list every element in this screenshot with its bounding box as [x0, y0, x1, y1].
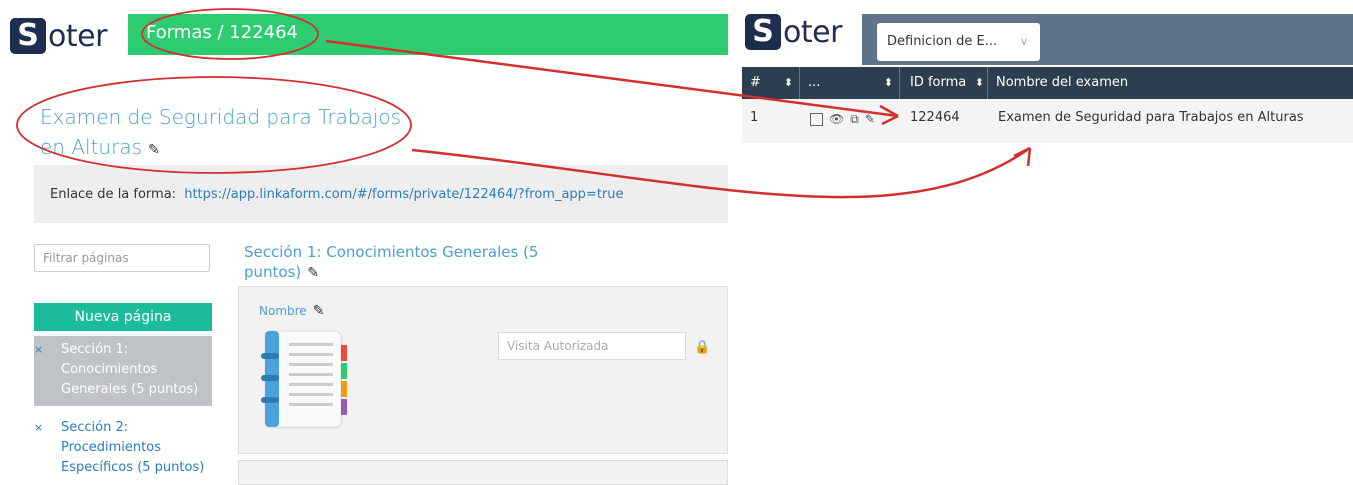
logo-s-mark: S: [745, 14, 781, 50]
column-label: Nombre del examen: [996, 75, 1129, 90]
section-title[interactable]: Sección 1: Conocimientos Generales (5 pu…: [244, 242, 564, 283]
cell-id-forma[interactable]: 122464: [902, 99, 960, 143]
column-label: #: [750, 75, 761, 90]
form-title-text: Examen de Seguridad para Trabajos en Alt…: [40, 105, 402, 159]
row-checkbox[interactable]: [810, 113, 823, 126]
sort-icon[interactable]: ⬍: [884, 67, 893, 99]
sort-icon[interactable]: ⬍: [975, 67, 984, 99]
breadcrumb[interactable]: Formas / 122464: [146, 22, 298, 43]
lock-icon[interactable]: 🔒: [694, 339, 710, 355]
notebook-icon: [261, 330, 347, 429]
table-toolbar: Definicion de E... ∨: [862, 14, 1353, 65]
field-label[interactable]: Nombre ✎: [259, 303, 324, 319]
form-link-url[interactable]: https://app.linkaform.com/#/forms/privat…: [184, 187, 623, 202]
soter-logo: S oter: [10, 18, 107, 54]
copy-icon[interactable]: ⧉: [850, 112, 859, 127]
page-item-section-2[interactable]: × Sección 2: Procedimientos Específicos …: [34, 414, 212, 476]
column-header-actions[interactable]: ... ⬍: [800, 67, 900, 99]
edit-pencil-icon[interactable]: ✎: [148, 135, 160, 165]
logo-s-mark: S: [10, 18, 46, 54]
section-panel-next: [238, 460, 728, 485]
new-page-button[interactable]: Nueva página: [34, 303, 212, 331]
column-label: ID forma: [910, 75, 967, 90]
remove-page-icon[interactable]: ×: [34, 418, 43, 438]
form-link-label: Enlace de la forma:: [50, 187, 177, 202]
table-header: # ⬍ ... ⬍ ID forma ⬍ Nombre del examen: [742, 67, 1353, 99]
sort-icon[interactable]: ⬍: [784, 67, 793, 99]
field-input[interactable]: Visita Autorizada: [498, 332, 686, 360]
filter-pages-input[interactable]: Filtrar páginas: [34, 244, 210, 272]
edit-pencil-icon[interactable]: ✎: [313, 303, 325, 319]
page-item-label: Sección 2: Procedimientos Específicos (5…: [61, 420, 205, 475]
section-title-text: Sección 1: Conocimientos Generales (5 pu…: [244, 243, 539, 281]
table-row[interactable]: 1 👁 ⧉ ✎ 122464 Examen de Seguridad para …: [742, 99, 1353, 143]
logo-text: oter: [783, 14, 842, 50]
column-header-number[interactable]: # ⬍: [742, 67, 800, 99]
field-label-text: Nombre: [259, 304, 307, 318]
page-item-label: Sección 1: Conocimientos Generales (5 pu…: [61, 342, 199, 397]
chevron-down-icon: ∨: [1019, 35, 1028, 48]
soter-logo: S oter: [745, 14, 842, 50]
form-type-dropdown[interactable]: Definicion de E... ∨: [877, 23, 1040, 61]
arrowhead-icon: [1013, 146, 1032, 167]
row-actions: 👁 ⧉ ✎: [810, 112, 875, 127]
breadcrumb-bar: Formas / 122464: [128, 14, 728, 55]
section-panel: Nombre ✎ Visita Autorizada 🔒: [238, 286, 728, 454]
form-link-row: Enlace de la forma: https://app.linkafor…: [50, 187, 624, 202]
column-label: ...: [808, 75, 821, 90]
cell-number: 1: [750, 110, 759, 125]
dropdown-value: Definicion de E...: [887, 34, 998, 49]
remove-page-icon[interactable]: ×: [34, 340, 43, 360]
page-item-section-1[interactable]: × Sección 1: Conocimientos Generales (5 …: [34, 336, 212, 406]
column-header-id-forma[interactable]: ID forma ⬍: [900, 67, 988, 99]
edit-pencil-icon[interactable]: ✎: [307, 263, 319, 283]
form-title[interactable]: Examen de Seguridad para Trabajos en Alt…: [40, 102, 420, 165]
edit-icon[interactable]: ✎: [865, 112, 875, 127]
eye-icon[interactable]: 👁: [829, 112, 844, 127]
form-link-box: Enlace de la forma: https://app.linkafor…: [34, 165, 728, 223]
logo-text: oter: [48, 18, 107, 54]
column-header-nombre[interactable]: Nombre del examen: [988, 67, 1353, 99]
cell-nombre[interactable]: Examen de Seguridad para Trabajos en Alt…: [990, 99, 1304, 143]
